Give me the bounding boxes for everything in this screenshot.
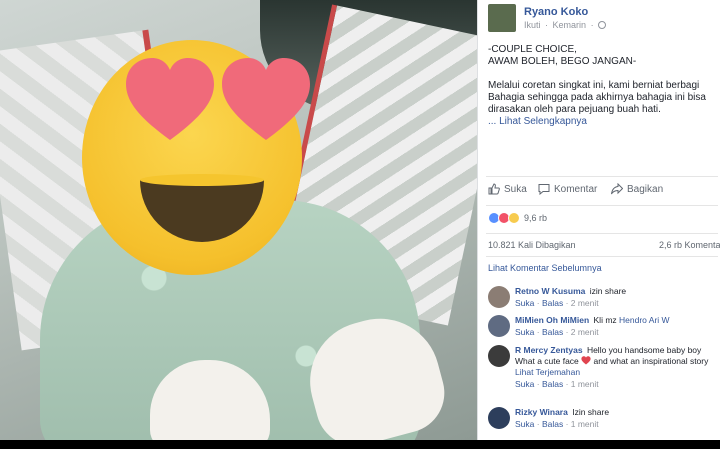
author-avatar[interactable] <box>488 4 516 32</box>
comment-body: Retno W Kusuma izin share Suka · Balas ·… <box>515 286 715 309</box>
see-more-link[interactable]: ... Lihat Selengkapnya <box>488 116 587 127</box>
comment-text: Kli mz <box>593 315 617 325</box>
comment-time[interactable]: 2 menit <box>571 327 599 337</box>
reaction-count: 9,6 rb <box>524 213 548 223</box>
comment-mention-link[interactable]: Hendro Ari W <box>619 315 670 325</box>
red-heart-emoji-icon <box>581 356 591 365</box>
comment-like-link[interactable]: Suka <box>515 298 534 308</box>
comment-time[interactable]: 1 menit <box>571 379 599 389</box>
post-side-panel: Ryano Koko Ikuti · Kemarin · -COUPLE CHO… <box>477 0 720 440</box>
commenter-name[interactable]: Retno W Kusuma <box>515 286 585 296</box>
thumbs-up-icon <box>488 183 500 195</box>
post-header: Ryano Koko Ikuti · Kemarin · <box>488 4 718 34</box>
divider <box>486 205 718 206</box>
post-title-line2: AWAM BOLEH, BEGO JANGAN- <box>488 56 637 67</box>
comment-reply-link[interactable]: Balas <box>542 298 563 308</box>
comment-text: izin share <box>589 286 627 296</box>
comment-icon <box>538 184 550 195</box>
post-title-line1: -COUPLE CHOICE, <box>488 44 577 55</box>
divider <box>486 176 718 177</box>
reactions-summary[interactable]: 9,6 rb <box>488 211 547 225</box>
view-previous-comments-link[interactable]: Lihat Komentar Sebelumnya <box>488 263 602 273</box>
wow-icon <box>508 212 520 224</box>
like-button[interactable]: Suka <box>488 183 527 195</box>
comment-count[interactable]: 2,6 rb Komentar <box>659 240 720 250</box>
comment-reply-link[interactable]: Balas <box>542 419 563 429</box>
comment-text-continued: and what an inspirational story <box>593 356 709 366</box>
action-bar: Suka Komentar Bagikan <box>478 183 720 201</box>
comment-meta: Suka · Balas · 1 menit <box>515 419 599 429</box>
like-label: Suka <box>504 183 527 195</box>
commenter-avatar[interactable] <box>488 345 510 367</box>
commenter-name[interactable]: R Mercy Zentyas <box>515 345 583 355</box>
comment-like-link[interactable]: Suka <box>515 379 534 389</box>
follow-link[interactable]: Ikuti <box>524 20 541 30</box>
heart-eyes-emoji-icon <box>82 40 310 275</box>
comment-reply-link[interactable]: Balas <box>542 379 563 389</box>
globe-icon <box>598 21 607 29</box>
post-time[interactable]: Kemarin <box>553 20 587 30</box>
comment-label: Komentar <box>554 183 598 195</box>
comment-body: Rizky Winara Izin share Suka · Balas · 1… <box>515 407 715 430</box>
post-body-text: Melalui coretan singkat ini, kami bernia… <box>488 80 706 115</box>
commenter-avatar[interactable] <box>488 286 510 308</box>
see-translation-link[interactable]: Lihat Terjemahan <box>515 367 715 378</box>
comment-text: Izin share <box>572 407 610 417</box>
emoji-mouth <box>140 174 264 242</box>
author-name[interactable]: Ryano Koko <box>524 6 588 18</box>
comment-meta: Suka · Balas · 2 menit <box>515 298 599 308</box>
share-button[interactable]: Bagikan <box>611 183 663 195</box>
comment-body: MiMien Oh MiMien Kli mz Hendro Ari W Suk… <box>515 315 715 338</box>
post-meta: Ikuti · Kemarin · <box>524 20 608 30</box>
post-body: Melalui coretan singkat ini, kami bernia… <box>488 80 718 128</box>
heart-eye-left-icon <box>126 58 214 140</box>
commenter-name[interactable]: Rizky Winara <box>515 407 568 417</box>
divider <box>486 233 718 234</box>
comment-like-link[interactable]: Suka <box>515 327 534 337</box>
divider <box>486 256 718 257</box>
share-count[interactable]: 10.821 Kali Dibagikan <box>488 240 576 250</box>
post-photo[interactable] <box>0 0 477 440</box>
comment-time[interactable]: 1 menit <box>571 419 599 429</box>
comment-meta: Suka · Balas · 2 menit <box>515 327 599 337</box>
post-text: -COUPLE CHOICE, AWAM BOLEH, BEGO JANGAN-… <box>488 44 718 128</box>
meta-separator: · <box>545 20 549 30</box>
commenter-name[interactable]: MiMien Oh MiMien <box>515 315 589 325</box>
comment-button[interactable]: Komentar <box>538 183 597 195</box>
screen-bottom-edge <box>0 440 720 449</box>
meta-separator: · <box>590 20 594 30</box>
comment-like-link[interactable]: Suka <box>515 419 534 429</box>
comment-meta: Suka · Balas · 1 menit <box>515 379 599 389</box>
share-label: Bagikan <box>627 183 664 195</box>
comment-time[interactable]: 2 menit <box>571 298 599 308</box>
commenter-avatar[interactable] <box>488 315 510 337</box>
share-arrow-icon <box>611 183 623 195</box>
comment-reply-link[interactable]: Balas <box>542 327 563 337</box>
heart-eye-right-icon <box>222 58 310 140</box>
commenter-avatar[interactable] <box>488 407 510 429</box>
comment-body: R Mercy Zentyas Hello you handsome baby … <box>515 345 715 390</box>
